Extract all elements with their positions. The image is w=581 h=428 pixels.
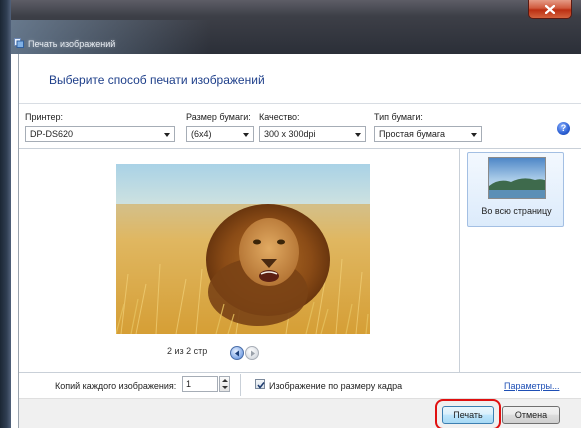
window-title: Печать изображений	[28, 39, 116, 49]
paper-type-dropdown[interactable]: Простая бумага	[374, 126, 482, 142]
close-icon	[545, 4, 555, 14]
paper-type-label: Тип бумаги:	[374, 112, 423, 122]
copies-label: Копий каждого изображения:	[55, 381, 177, 391]
printer-value: DP-DS620	[30, 129, 74, 139]
quality-label: Качество:	[259, 112, 300, 122]
print-preview: 2 из 2 стр	[19, 149, 459, 372]
copies-spinner[interactable]	[219, 376, 230, 392]
fit-picture-label[interactable]: Изображение по размеру кадра	[269, 381, 402, 391]
previous-page-button[interactable]	[230, 346, 244, 360]
print-button-highlight	[435, 399, 501, 428]
options-link[interactable]: Параметры...	[504, 381, 559, 391]
close-button[interactable]	[528, 0, 572, 19]
full-page-layout-thumbnail	[488, 157, 546, 199]
dialog-client-area: Выберите способ печати изображений Принт…	[18, 54, 581, 428]
page-counter: 2 из 2 стр	[167, 346, 208, 356]
fit-picture-checkbox[interactable]	[255, 379, 265, 389]
arrow-left-icon	[235, 350, 239, 357]
next-page-button[interactable]	[245, 346, 259, 360]
arrow-right-icon	[251, 350, 255, 357]
print-pictures-app-icon	[14, 38, 24, 48]
help-icon[interactable]: ?	[557, 122, 570, 135]
main-instruction: Выберите способ печати изображений	[49, 73, 265, 87]
chevron-down-icon	[164, 133, 170, 137]
paper-size-value: (6x4)	[191, 129, 212, 139]
cancel-button[interactable]: Отмена	[502, 406, 560, 424]
layout-item-full-page[interactable]: Во всю страницу	[467, 152, 564, 227]
layout-list: Во всю страницу	[460, 149, 581, 372]
options-divider	[240, 374, 241, 396]
printer-dropdown[interactable]: DP-DS620	[25, 126, 175, 142]
copies-input[interactable]: 1	[182, 376, 218, 392]
instruction-header: Выберите способ печати изображений	[19, 54, 581, 104]
layout-item-label: Во всю страницу	[481, 206, 552, 216]
window-frame-left	[0, 0, 11, 428]
quality-value: 300 x 300dpi	[264, 129, 316, 139]
chevron-down-icon	[355, 133, 361, 137]
paper-type-value: Простая бумага	[379, 129, 446, 139]
printer-label: Принтер:	[25, 112, 64, 122]
lion-photo	[116, 164, 370, 334]
chevron-down-icon	[243, 133, 249, 137]
paper-size-label: Размер бумаги:	[186, 112, 251, 122]
spin-down-icon[interactable]	[222, 386, 228, 389]
spin-up-icon[interactable]	[222, 379, 228, 382]
paper-size-dropdown[interactable]: (6x4)	[186, 126, 254, 142]
quality-dropdown[interactable]: 300 x 300dpi	[259, 126, 366, 142]
checkmark-icon	[257, 382, 265, 389]
chevron-down-icon	[471, 133, 477, 137]
